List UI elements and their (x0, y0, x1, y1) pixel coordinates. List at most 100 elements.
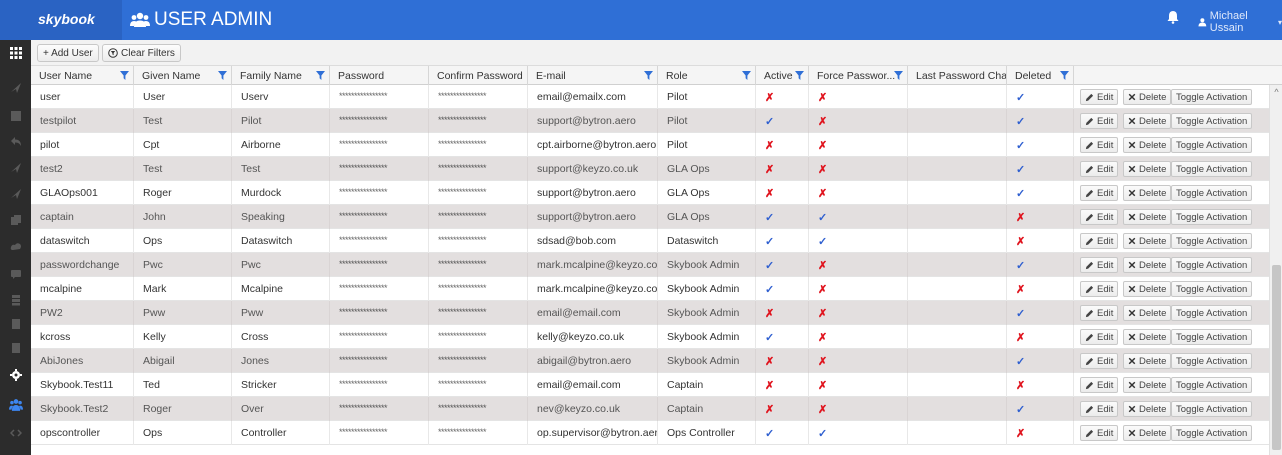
scroll-thumb[interactable] (1272, 265, 1281, 450)
column-header-force-password[interactable]: Force Passwor... (809, 66, 908, 85)
table-row[interactable]: Skybook.Test11 Ted Stricker ***************… (31, 373, 1269, 397)
edit-button[interactable]: Edit (1080, 113, 1119, 129)
delete-button[interactable]: Delete (1123, 233, 1172, 249)
sidebar-item-user-admin[interactable] (0, 393, 31, 417)
edit-button[interactable]: Edit (1080, 185, 1119, 201)
filter-icon[interactable] (644, 71, 653, 80)
sidebar-item-document[interactable] (0, 312, 31, 336)
toggle-activation-button[interactable]: Toggle Activation (1171, 281, 1253, 297)
delete-button[interactable]: Delete (1123, 329, 1172, 345)
edit-button[interactable]: Edit (1080, 329, 1119, 345)
delete-button[interactable]: Delete (1123, 137, 1172, 153)
table-row[interactable]: mcalpine Mark Mcalpine **************** ****… (31, 277, 1269, 301)
edit-button[interactable]: Edit (1080, 89, 1119, 105)
delete-button[interactable]: Delete (1123, 281, 1172, 297)
column-header-password[interactable]: Password (330, 66, 429, 85)
table-row[interactable]: test2 Test Test **************** ***********… (31, 157, 1269, 181)
delete-button[interactable]: Delete (1123, 305, 1172, 321)
edit-button[interactable]: Edit (1080, 353, 1119, 369)
sidebar-item-apps[interactable] (0, 41, 31, 65)
table-row[interactable]: passwordchange Pwc Pwc **************** ****… (31, 253, 1269, 277)
toggle-activation-button[interactable]: Toggle Activation (1171, 377, 1253, 393)
column-header-active[interactable]: Active (756, 66, 809, 85)
column-header-role[interactable]: Role (658, 66, 756, 85)
toggle-activation-button[interactable]: Toggle Activation (1171, 89, 1253, 105)
sidebar-item-plane[interactable] (0, 182, 31, 206)
toggle-activation-button[interactable]: Toggle Activation (1171, 137, 1253, 153)
column-header-confirm-password[interactable]: Confirm Password (429, 66, 528, 85)
table-row[interactable]: opscontroller Ops Controller **************… (31, 421, 1269, 445)
edit-button[interactable]: Edit (1080, 137, 1119, 153)
filter-icon[interactable] (218, 71, 227, 80)
toggle-activation-button[interactable]: Toggle Activation (1171, 233, 1253, 249)
clear-filters-button[interactable]: Clear Filters (102, 44, 181, 62)
delete-button[interactable]: Delete (1123, 257, 1172, 273)
edit-button[interactable]: Edit (1080, 257, 1119, 273)
delete-button[interactable]: Delete (1123, 161, 1172, 177)
sidebar-item-book[interactable] (0, 104, 31, 128)
scroll-up-arrow[interactable]: ^ (1270, 87, 1282, 99)
filter-icon[interactable] (316, 71, 325, 80)
filter-icon[interactable] (894, 71, 903, 80)
toggle-activation-button[interactable]: Toggle Activation (1171, 425, 1253, 441)
edit-button[interactable]: Edit (1080, 425, 1119, 441)
column-header-email[interactable]: E-mail (528, 66, 658, 85)
column-header-last-password-change[interactable]: Last Password Cha... (908, 66, 1007, 85)
brand-logo[interactable]: skybook (38, 11, 95, 27)
filter-icon[interactable] (795, 71, 804, 80)
column-header-family-name[interactable]: Family Name (232, 66, 330, 85)
delete-button[interactable]: Delete (1123, 377, 1172, 393)
delete-button[interactable]: Delete (1123, 425, 1172, 441)
table-row[interactable]: PW2 Pww Pww **************** ***************… (31, 301, 1269, 325)
sidebar-item-weather[interactable] (0, 234, 31, 258)
sidebar-item-code[interactable] (0, 421, 31, 445)
table-row[interactable]: testpilot Test Pilot **************** ******… (31, 109, 1269, 133)
toggle-activation-button[interactable]: Toggle Activation (1171, 401, 1253, 417)
delete-button[interactable]: Delete (1123, 209, 1172, 225)
column-header-given-name[interactable]: Given Name (134, 66, 232, 85)
vertical-scrollbar[interactable]: ^ (1269, 85, 1282, 455)
delete-button[interactable]: Delete (1123, 401, 1172, 417)
sidebar-item-send[interactable] (0, 156, 31, 180)
edit-button[interactable]: Edit (1080, 281, 1119, 297)
column-header-deleted[interactable]: Deleted (1007, 66, 1074, 85)
edit-button[interactable]: Edit (1080, 401, 1119, 417)
filter-icon[interactable] (120, 71, 129, 80)
user-menu[interactable]: Michael Ussain ▾ (1198, 10, 1282, 34)
sidebar-item-files[interactable] (0, 208, 31, 232)
sidebar-item-database[interactable] (0, 288, 31, 312)
toggle-activation-button[interactable]: Toggle Activation (1171, 329, 1253, 345)
sidebar-item-chat[interactable] (0, 262, 31, 286)
delete-button[interactable]: Delete (1123, 185, 1172, 201)
filter-icon[interactable] (742, 71, 751, 80)
table-row[interactable]: Skybook.Test2 Roger Over **************** **… (31, 397, 1269, 421)
toggle-activation-button[interactable]: Toggle Activation (1171, 185, 1253, 201)
table-row[interactable]: AbiJones Abigail Jones **************** ****… (31, 349, 1269, 373)
toggle-activation-button[interactable]: Toggle Activation (1171, 257, 1253, 273)
column-header-user-name[interactable]: User Name (31, 66, 134, 85)
toggle-activation-button[interactable]: Toggle Activation (1171, 305, 1253, 321)
delete-button[interactable]: Delete (1123, 89, 1172, 105)
table-row[interactable]: user User Userv **************** ***********… (31, 85, 1269, 109)
toggle-activation-button[interactable]: Toggle Activation (1171, 209, 1253, 225)
delete-button[interactable]: Delete (1123, 113, 1172, 129)
add-user-button[interactable]: + Add User (37, 44, 99, 62)
table-row[interactable]: pilot Cpt Airborne **************** ********… (31, 133, 1269, 157)
table-row[interactable]: kcross Kelly Cross **************** ********… (31, 325, 1269, 349)
toggle-activation-button[interactable]: Toggle Activation (1171, 113, 1253, 129)
edit-button[interactable]: Edit (1080, 209, 1119, 225)
sidebar-item-flights[interactable] (0, 76, 31, 100)
bell-icon[interactable] (1167, 10, 1179, 24)
edit-button[interactable]: Edit (1080, 161, 1119, 177)
edit-button[interactable]: Edit (1080, 305, 1119, 321)
table-row[interactable]: dataswitch Ops Dataswitch **************** *… (31, 229, 1269, 253)
sidebar-item-return[interactable] (0, 130, 31, 154)
sidebar-item-settings[interactable] (0, 363, 31, 387)
edit-button[interactable]: Edit (1080, 377, 1119, 393)
table-row[interactable]: GLAOps001 Roger Murdock **************** ***… (31, 181, 1269, 205)
sidebar-item-document-2[interactable] (0, 336, 31, 360)
filter-icon[interactable] (1060, 71, 1069, 80)
toggle-activation-button[interactable]: Toggle Activation (1171, 353, 1253, 369)
table-row[interactable]: captain John Speaking **************** *****… (31, 205, 1269, 229)
edit-button[interactable]: Edit (1080, 233, 1119, 249)
